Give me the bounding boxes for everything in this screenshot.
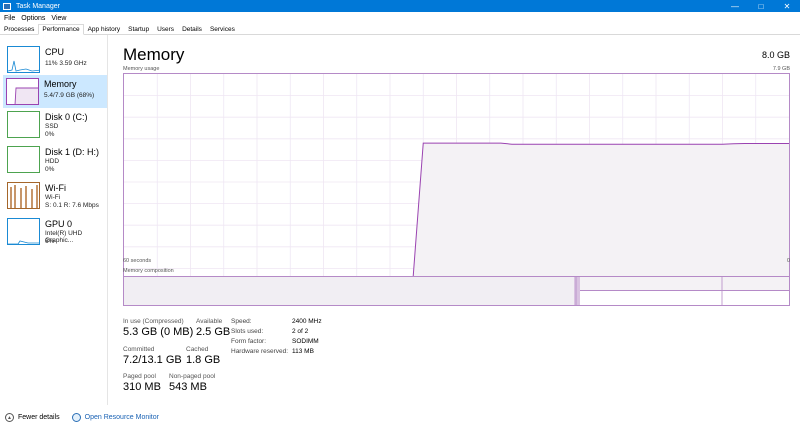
tab-users[interactable]: Users [153,24,178,35]
time-axis-end-label: 0 [786,258,790,264]
tab-strip: Processes Performance App history Startu… [0,24,800,35]
non-paged-pool-value: 543 MB [169,381,207,393]
form-factor-label: Form factor: [231,338,267,345]
network-thumbnail-graph [7,182,40,209]
minimize-icon[interactable]: — [722,0,748,12]
sidebar-item-gpu[interactable]: GPU 0 Intel(R) UHD Graphic... 6% [4,215,108,248]
time-axis-start-label: 60 seconds [123,258,152,264]
maximize-icon[interactable]: □ [748,0,774,12]
cached-value: 1.8 GB [186,354,221,366]
memory-usage-chart [124,74,789,291]
tab-performance[interactable]: Performance [38,24,84,35]
sidebar-item-detail: 0% [45,131,55,138]
composition-modified [574,277,580,305]
usage-max-label: 7.9 GB [772,66,790,72]
committed-label: Committed [123,346,155,353]
resource-sidebar: CPU 11% 3.59 GHz Memory 5.4/7.9 GB (68%)… [0,35,108,405]
menu-bar: File Options View [0,12,800,24]
sidebar-item-detail: HDD [45,158,60,165]
hardware-reserved-label: Hardware reserved: [231,348,289,355]
slots-used-label: Slots used: [231,328,264,335]
composition-in-use [124,277,574,305]
composition-label: Memory composition [123,268,174,274]
menu-view[interactable]: View [51,15,66,22]
tab-details[interactable]: Details [178,24,206,35]
in-use-label: In use (Compressed) [123,318,184,325]
disk-thumbnail-graph [7,111,40,138]
sidebar-item-detail: 0% [45,166,55,173]
cached-label: Cached [186,346,209,353]
sidebar-item-detail: Intel(R) UHD Graphic... [45,230,83,244]
sidebar-item-label: Memory [44,79,77,89]
tab-processes[interactable]: Processes [0,24,38,35]
gpu-thumbnail-graph [7,218,40,245]
available-value: 2.5 GB [196,326,231,338]
committed-value: 7.2/13.1 GB [123,354,182,366]
form-factor-value: SODIMM [292,338,319,345]
available-label: Available [196,318,223,325]
page-title: Memory [123,45,185,64]
sidebar-item-detail: 5.4/7.9 GB (68%) [44,92,95,99]
memory-panel: Memory 8.0 GB Memory usage 7.9 GB 60 sec… [110,35,800,405]
sidebar-item-cpu[interactable]: CPU 11% 3.59 GHz [4,43,108,76]
paged-pool-value: 310 MB [123,381,161,393]
disk-thumbnail-graph [7,146,40,173]
speed-label: Speed: [231,318,252,325]
memory-usage-graph [123,73,790,291]
tab-app-history[interactable]: App history [84,24,125,35]
paged-pool-label: Paged pool [123,373,156,380]
sidebar-item-memory[interactable]: Memory 5.4/7.9 GB (68%) [3,75,107,108]
hardware-reserved-value: 113 MB [292,348,314,355]
slots-used-value: 2 of 2 [292,328,309,335]
sidebar-item-detail: S: 0.1 R: 7.6 Mbps [45,202,99,209]
sidebar-item-wifi[interactable]: Wi-Fi Wi-Fi S: 0.1 R: 7.6 Mbps [4,179,108,212]
sidebar-item-label: Wi-Fi [45,183,66,193]
tab-services[interactable]: Services [206,24,239,35]
usage-label: Memory usage [123,66,160,72]
in-use-value: 5.3 GB (0 MB) [123,326,194,338]
memory-total: 8.0 GB [761,50,790,60]
fewer-details-link[interactable]: Fewer details [18,414,60,421]
non-paged-pool-label: Non-paged pool [169,373,216,380]
sidebar-item-detail: 11% 3.59 GHz [45,60,87,67]
sidebar-item-label: GPU 0 [45,219,73,229]
chevron-up-icon[interactable]: ▲ [5,413,14,422]
sidebar-item-detail: SSD [45,123,59,130]
sidebar-item-label: Disk 0 (C:) [45,112,88,122]
sidebar-item-disk-1[interactable]: Disk 1 (D: H:) HDD 0% [4,143,108,176]
task-manager-icon [3,2,11,10]
usage-area [412,143,789,290]
window-title: Task Manager [16,2,60,10]
footer-bar: ▲ Fewer details Open Resource Monitor [0,405,800,430]
sidebar-item-detail: 6% [45,238,55,245]
sidebar-item-disk-0[interactable]: Disk 0 (C:) SSD 0% [4,108,108,141]
memory-thumbnail-graph [6,78,39,105]
sidebar-item-label: CPU [45,47,65,57]
title-bar: Task Manager — □ ✕ [0,0,800,12]
resource-monitor-icon[interactable] [71,413,81,422]
close-icon[interactable]: ✕ [774,0,800,12]
menu-options[interactable]: Options [21,15,45,22]
speed-value: 2400 MHz [292,318,322,325]
sidebar-item-label: Disk 1 (D: H:) [45,147,99,157]
tab-startup[interactable]: Startup [124,24,153,35]
memory-composition-bar [123,276,790,306]
cpu-thumbnail-graph [7,46,40,73]
menu-file[interactable]: File [4,15,15,22]
sidebar-item-detail: Wi-Fi [45,194,61,201]
open-resource-monitor-link[interactable]: Open Resource Monitor [85,414,159,421]
